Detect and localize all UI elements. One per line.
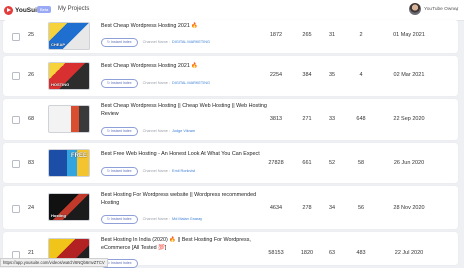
browser-status-url: https://app.yousuite.com/videos/watch/6N… bbox=[0, 258, 108, 267]
stat-2: 384 bbox=[302, 72, 312, 78]
stat-3: 63 bbox=[328, 250, 336, 256]
stat-4: 483 bbox=[356, 250, 366, 256]
row-number: 83 bbox=[27, 160, 35, 166]
instant-index-button[interactable]: ↻ Instant Index bbox=[101, 126, 138, 136]
thumbnail-text: HOSTING bbox=[51, 82, 70, 87]
row-number: 24 bbox=[27, 205, 35, 211]
thumbnail-text: Hosting bbox=[51, 213, 66, 218]
row-number: 25 bbox=[27, 32, 35, 38]
stat-2: 271 bbox=[302, 116, 312, 122]
video-meta: ↻ Instant Index Channel Name : Md Malan … bbox=[101, 214, 202, 224]
table-row[interactable]: 26 HOSTING Best Cheap Wordpress Hosting … bbox=[3, 56, 458, 96]
chevron-down-icon[interactable]: ▾ bbox=[456, 7, 458, 12]
video-title[interactable]: Best Hosting In India (2020) 🔥 || Best H… bbox=[101, 237, 271, 252]
channel-label: Channel Name : bbox=[142, 169, 171, 173]
publish-date: 01 May 2021 bbox=[393, 32, 425, 38]
channel-link[interactable]: DIGITAL MARKETING bbox=[172, 81, 210, 85]
video-title[interactable]: Best Cheap Wordpress Hosting || Cheap We… bbox=[101, 103, 271, 118]
video-thumbnail[interactable]: CHEAP bbox=[48, 22, 90, 50]
stat-4: 56 bbox=[357, 205, 365, 211]
video-thumbnail[interactable]: FREE bbox=[48, 149, 90, 177]
stat-3: 34 bbox=[328, 205, 336, 211]
video-meta: ↻ Instant Index Channel Name : DIGITAL M… bbox=[101, 78, 210, 88]
row-checkbox[interactable] bbox=[12, 72, 20, 80]
stat-views: 1872 bbox=[269, 32, 283, 38]
publish-date: 26 Jun 2020 bbox=[393, 160, 425, 166]
channel-link[interactable]: DIGITAL MARKETING bbox=[172, 40, 210, 44]
stat-2: 1820 bbox=[300, 250, 314, 256]
table-row[interactable]: 83 FREE Best Free Web Hosting - An Hones… bbox=[3, 143, 458, 183]
stat-2: 265 bbox=[302, 32, 312, 38]
channel-link[interactable]: Emil Ronkvist bbox=[172, 169, 195, 173]
table-row[interactable]: 24 Hosting Best Hosting For Wordpress we… bbox=[3, 186, 458, 229]
instant-index-button[interactable]: ↻ Instant Index bbox=[101, 166, 138, 176]
stat-2: 661 bbox=[302, 160, 312, 166]
publish-date: 28 Nov 2020 bbox=[393, 205, 425, 211]
stat-views: 2254 bbox=[269, 72, 283, 78]
table-row[interactable]: 25 CHEAP Best Cheap Wordpress Hosting 20… bbox=[3, 20, 458, 53]
video-title[interactable]: Best Hosting For Wordpress website || Wo… bbox=[101, 192, 271, 207]
logo-play-icon bbox=[4, 5, 13, 15]
video-meta: ↻ Instant Index Channel Name : Judge Vik… bbox=[101, 126, 195, 136]
stat-3: 35 bbox=[328, 72, 336, 78]
publish-date: 22 Jul 2020 bbox=[394, 250, 424, 256]
stat-3: 31 bbox=[328, 32, 336, 38]
stat-views: 4634 bbox=[269, 205, 283, 211]
row-checkbox[interactable] bbox=[12, 205, 20, 213]
row-checkbox[interactable] bbox=[12, 33, 20, 41]
channel-label: Channel Name : bbox=[142, 81, 171, 85]
user-avatar[interactable] bbox=[409, 3, 421, 15]
thumbnail-text: CHEAP bbox=[51, 42, 66, 47]
beta-badge: Beta bbox=[37, 6, 52, 13]
channel-label: Channel Name : bbox=[142, 40, 171, 44]
stat-2: 278 bbox=[302, 205, 312, 211]
stat-4: 2 bbox=[359, 32, 363, 38]
instant-index-button[interactable]: ↻ Instant Index bbox=[101, 214, 138, 224]
video-title[interactable]: Best Cheap Wordpress Hosting 2021 🔥 bbox=[101, 63, 271, 71]
top-bar: YouSuite Beta My Projects YouTube Owner … bbox=[0, 0, 464, 21]
channel-label: Channel Name : bbox=[142, 129, 171, 133]
channel-link[interactable]: Md Malan Gnaray bbox=[172, 217, 202, 221]
thumbnail-text: FREE bbox=[70, 153, 87, 159]
user-name[interactable]: YouTube Owner bbox=[424, 7, 458, 12]
table-row[interactable]: 68 Best Cheap Wordpress Hosting || Cheap… bbox=[3, 99, 458, 140]
row-number: 26 bbox=[27, 72, 35, 78]
channel-link[interactable]: Judge Vikram bbox=[172, 129, 195, 133]
stat-views: 27828 bbox=[268, 160, 284, 166]
video-meta: ↻ Instant Index Channel Name : Emil Ronk… bbox=[101, 166, 195, 176]
video-thumbnail[interactable]: Hosting bbox=[48, 193, 90, 221]
stat-4: 648 bbox=[356, 116, 366, 122]
video-title[interactable]: Best Cheap Wordpress Hosting 2021 🔥 bbox=[101, 23, 271, 31]
stat-views: 3813 bbox=[269, 116, 283, 122]
instant-index-button[interactable]: ↻ Instant Index bbox=[101, 37, 138, 47]
nav-my-projects[interactable]: My Projects bbox=[58, 6, 89, 12]
stat-4: 58 bbox=[357, 160, 365, 166]
publish-date: 02 Mar 2021 bbox=[393, 72, 425, 78]
row-checkbox[interactable] bbox=[12, 116, 20, 124]
stat-3: 52 bbox=[328, 160, 336, 166]
stat-views: 58153 bbox=[268, 250, 284, 256]
row-number: 68 bbox=[27, 116, 35, 122]
stat-4: 4 bbox=[359, 72, 363, 78]
video-title[interactable]: Best Free Web Hosting - An Honest Look A… bbox=[101, 151, 271, 159]
video-thumbnail[interactable]: HOSTING bbox=[48, 62, 90, 90]
publish-date: 22 Sep 2020 bbox=[393, 116, 425, 122]
stat-3: 33 bbox=[328, 116, 336, 122]
video-thumbnail[interactable] bbox=[48, 105, 90, 133]
row-number: 21 bbox=[27, 250, 35, 256]
instant-index-button[interactable]: ↻ Instant Index bbox=[101, 78, 138, 88]
channel-label: Channel Name : bbox=[142, 217, 171, 221]
row-checkbox[interactable] bbox=[12, 160, 20, 168]
video-meta: ↻ Instant Index Channel Name : DIGITAL M… bbox=[101, 37, 210, 47]
